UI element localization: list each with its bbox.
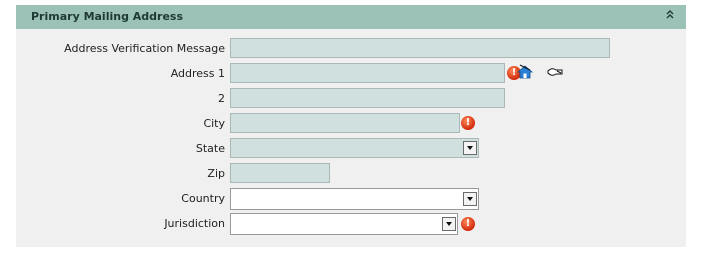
collapse-icon[interactable] xyxy=(664,9,676,23)
form-row-address-1: Address 1 ! xyxy=(16,63,686,85)
panel-header: Primary Mailing Address xyxy=(16,5,686,29)
zip-lookup-icon[interactable] xyxy=(546,64,564,80)
form-row-address-2: 2 xyxy=(16,88,686,110)
jurisdiction-error-icon: ! xyxy=(461,217,475,231)
address-1-input[interactable] xyxy=(230,63,505,83)
jurisdiction-select[interactable] xyxy=(230,213,458,235)
zip-label: Zip xyxy=(207,167,225,180)
primary-mailing-address-panel: Primary Mailing Address Address Verifica… xyxy=(16,5,686,247)
form-row-jurisdiction: Jurisdiction ! xyxy=(16,213,686,235)
country-dropdown-arrow-icon[interactable] xyxy=(463,192,477,206)
country-label: Country xyxy=(181,192,225,205)
form-row-city: City ! xyxy=(16,113,686,135)
country-select[interactable] xyxy=(230,188,479,210)
jurisdiction-label: Jurisdiction xyxy=(164,217,225,230)
form-row-state: State xyxy=(16,138,686,160)
city-input[interactable] xyxy=(230,113,460,133)
form-row-zip: Zip xyxy=(16,163,686,185)
city-error-icon: ! xyxy=(461,116,475,130)
state-label: State xyxy=(195,142,225,155)
address-1-label: Address 1 xyxy=(170,67,225,80)
state-dropdown-arrow-icon[interactable] xyxy=(463,141,477,155)
panel-title: Primary Mailing Address xyxy=(31,10,184,23)
zip-input[interactable] xyxy=(230,163,330,183)
address-2-input[interactable] xyxy=(230,88,505,108)
house-map-icon[interactable] xyxy=(516,64,535,80)
address-verification-field[interactable] xyxy=(230,38,610,58)
chevron-up-double-icon xyxy=(666,10,674,19)
address-verification-label: Address Verification Message xyxy=(64,42,225,55)
city-label: City xyxy=(203,117,225,130)
state-select[interactable] xyxy=(230,138,479,158)
jurisdiction-dropdown-arrow-icon[interactable] xyxy=(442,217,456,231)
address-2-label: 2 xyxy=(218,92,225,105)
form-row-country: Country xyxy=(16,188,686,210)
form-row-address-verification: Address Verification Message xyxy=(16,38,686,60)
